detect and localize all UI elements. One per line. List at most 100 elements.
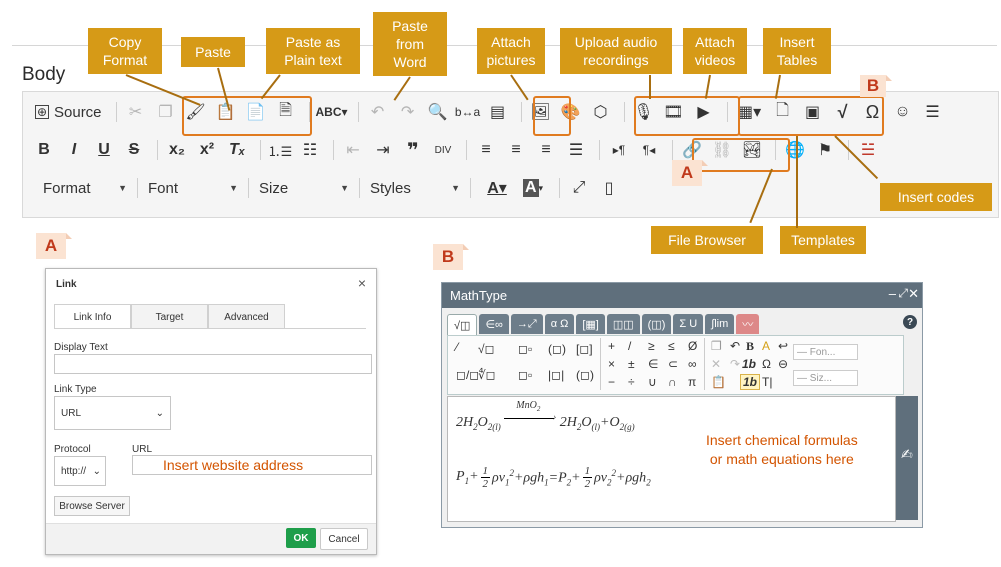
element-of-icon[interactable]: ∈ [648, 357, 658, 371]
intersection-icon[interactable]: ∩ [668, 375, 677, 389]
italic-number-icon[interactable]: 1b [740, 374, 761, 390]
mathtype-tab[interactable]: →⤢ [510, 314, 543, 334]
strikethrough-button[interactable]: S [121, 137, 147, 163]
union-icon[interactable]: ∪ [648, 375, 657, 389]
div-button[interactable]: DIV [430, 137, 456, 163]
protocol-select[interactable]: http:// ⌄ [54, 456, 106, 486]
align-left-button[interactable]: ≡ [473, 137, 499, 163]
plus-icon[interactable]: + [608, 339, 615, 353]
spellcheck-button[interactable]: ABC▾ [316, 99, 348, 125]
cut-icon[interactable]: ✕ [711, 357, 721, 371]
mathtype-side-panel[interactable]: ✍ [896, 396, 918, 520]
subset-icon[interactable]: ⊂ [668, 357, 678, 371]
mathtype-tab[interactable]: α Ω [544, 314, 575, 334]
square-root-icon[interactable]: √◻ [478, 342, 495, 356]
italic-bold-icon[interactable]: 1b [742, 357, 756, 371]
find-button[interactable]: 🔍 [425, 99, 451, 125]
bulleted-list-button[interactable]: ☷ [297, 137, 323, 163]
align-right-button[interactable]: ≡ [533, 137, 559, 163]
indent-button[interactable]: ⇥ [370, 137, 396, 163]
show-blocks-button[interactable]: ▯ [596, 175, 622, 201]
bg-color-button[interactable]: A ▾ [517, 175, 549, 201]
fraction-icon[interactable]: ⁄ [456, 340, 458, 354]
maximize-button[interactable]: ⤢ [566, 175, 592, 201]
redo-icon[interactable]: ↷ [730, 357, 740, 371]
align-center-button[interactable]: ≡ [503, 137, 529, 163]
subscript-button[interactable]: x₂ [164, 137, 190, 163]
subscript-template-icon[interactable]: ◻▫ [518, 368, 532, 382]
format-combo[interactable]: Format ▼ [43, 180, 127, 197]
link-icon[interactable]: ⊖ [778, 357, 788, 371]
geq-icon[interactable]: ≥ [648, 339, 655, 353]
mathtype-tab[interactable]: Σ U [673, 314, 704, 334]
mathtype-editor-canvas[interactable]: 2H2O2(l) MnO2 › 2H2O(l)+O2(g) P1+ 12 ρv1… [447, 396, 896, 522]
justify-button[interactable]: ☰ [563, 137, 589, 163]
link-type-select[interactable]: URL ⌄ [54, 396, 171, 430]
mathtype-tab[interactable]: ∈∞ [479, 314, 509, 334]
tab-target[interactable]: Target [131, 304, 208, 329]
wrap-icon[interactable]: ↩ [778, 339, 788, 353]
replace-button[interactable]: b↔a [455, 99, 481, 125]
bold-icon[interactable]: B [746, 339, 754, 354]
help-icon[interactable]: ? [903, 315, 917, 329]
size-select[interactable]: — Siz... [793, 370, 858, 386]
embed-button[interactable]: ⬡ [588, 99, 614, 125]
maximize-icon[interactable]: ⤢ [898, 286, 908, 301]
outdent-button[interactable]: ⇤ [340, 137, 366, 163]
anchor-button[interactable]: ⚑ [812, 137, 838, 163]
ltr-button[interactable]: ▸¶ [606, 137, 632, 163]
text-color-button[interactable]: A▾ [481, 175, 513, 201]
text-cursor-icon[interactable]: T| [762, 375, 772, 389]
nth-root-icon[interactable]: ∜◻ [478, 368, 496, 382]
mathtype-tab[interactable]: √◫ [447, 314, 478, 336]
select-all-button[interactable]: ▤ [485, 99, 511, 125]
url-input[interactable]: Insert website address [132, 455, 372, 475]
pi-icon[interactable]: π [688, 375, 696, 389]
close-icon[interactable]: ✕ [908, 286, 919, 302]
copy-icon[interactable]: ❐ [711, 339, 722, 353]
superscript-template-icon[interactable]: ◻▫ [518, 342, 532, 356]
tab-advanced[interactable]: Advanced [208, 304, 285, 329]
font-select[interactable]: — Fon... [793, 344, 858, 360]
mathtype-tab[interactable]: ∫lim [705, 314, 735, 334]
handwriting-icon[interactable]: ✍ [901, 446, 913, 463]
brackets-icon[interactable]: [◻] [576, 342, 593, 356]
parentheses-small-icon[interactable]: (◻) [576, 368, 594, 382]
parentheses-icon[interactable]: (◻) [548, 342, 566, 356]
underline-button[interactable]: U [91, 137, 117, 163]
omega-box-icon[interactable]: Ω [762, 357, 771, 371]
color-icon[interactable]: A [762, 339, 770, 353]
display-text-input[interactable] [54, 354, 372, 374]
blockquote-button[interactable]: ❞ [400, 137, 426, 163]
infinity-icon[interactable]: ∞ [688, 357, 697, 371]
slash-fraction-icon[interactable]: ◻/◻ [456, 368, 479, 382]
cut-button[interactable]: ✂ [123, 99, 149, 125]
italic-button[interactable]: I [61, 137, 87, 163]
cancel-button[interactable]: Cancel [320, 528, 368, 550]
font-combo[interactable]: Font ▼ [148, 180, 238, 197]
copy-button[interactable]: ❐ [153, 99, 179, 125]
undo-button[interactable]: ↶ [365, 99, 391, 125]
styles-combo[interactable]: Styles ▼ [370, 180, 460, 197]
empty-set-icon[interactable]: Ø [688, 339, 697, 353]
paste-icon[interactable]: 📋 [711, 375, 726, 389]
page-break-button[interactable]: ☰ [920, 99, 946, 125]
remove-format-button[interactable]: Tₓ [224, 137, 250, 163]
absolute-value-icon[interactable]: |◻| [548, 368, 564, 382]
leq-icon[interactable]: ≤ [668, 339, 675, 353]
numbered-list-button[interactable]: ⒈☰ [267, 137, 293, 163]
ok-button[interactable]: OK [286, 528, 316, 548]
mathtype-tab[interactable]: [▦] [576, 314, 605, 334]
times-icon[interactable]: × [608, 357, 615, 371]
minimize-icon[interactable]: – [889, 286, 896, 301]
source-button[interactable]: ⊕ Source [31, 99, 106, 125]
redo-button[interactable]: ↷ [395, 99, 421, 125]
browse-server-button[interactable]: Browse Server [54, 496, 130, 516]
bold-button[interactable]: B [31, 137, 57, 163]
superscript-button[interactable]: x² [194, 137, 220, 163]
mathtype-tab[interactable]: 〰 [736, 314, 760, 334]
rtl-button[interactable]: ¶◂ [636, 137, 662, 163]
tab-link-info[interactable]: Link Info [54, 304, 131, 329]
mathtype-tab[interactable]: ◫◫ [606, 314, 640, 334]
plus-minus-icon[interactable]: ± [628, 357, 635, 371]
